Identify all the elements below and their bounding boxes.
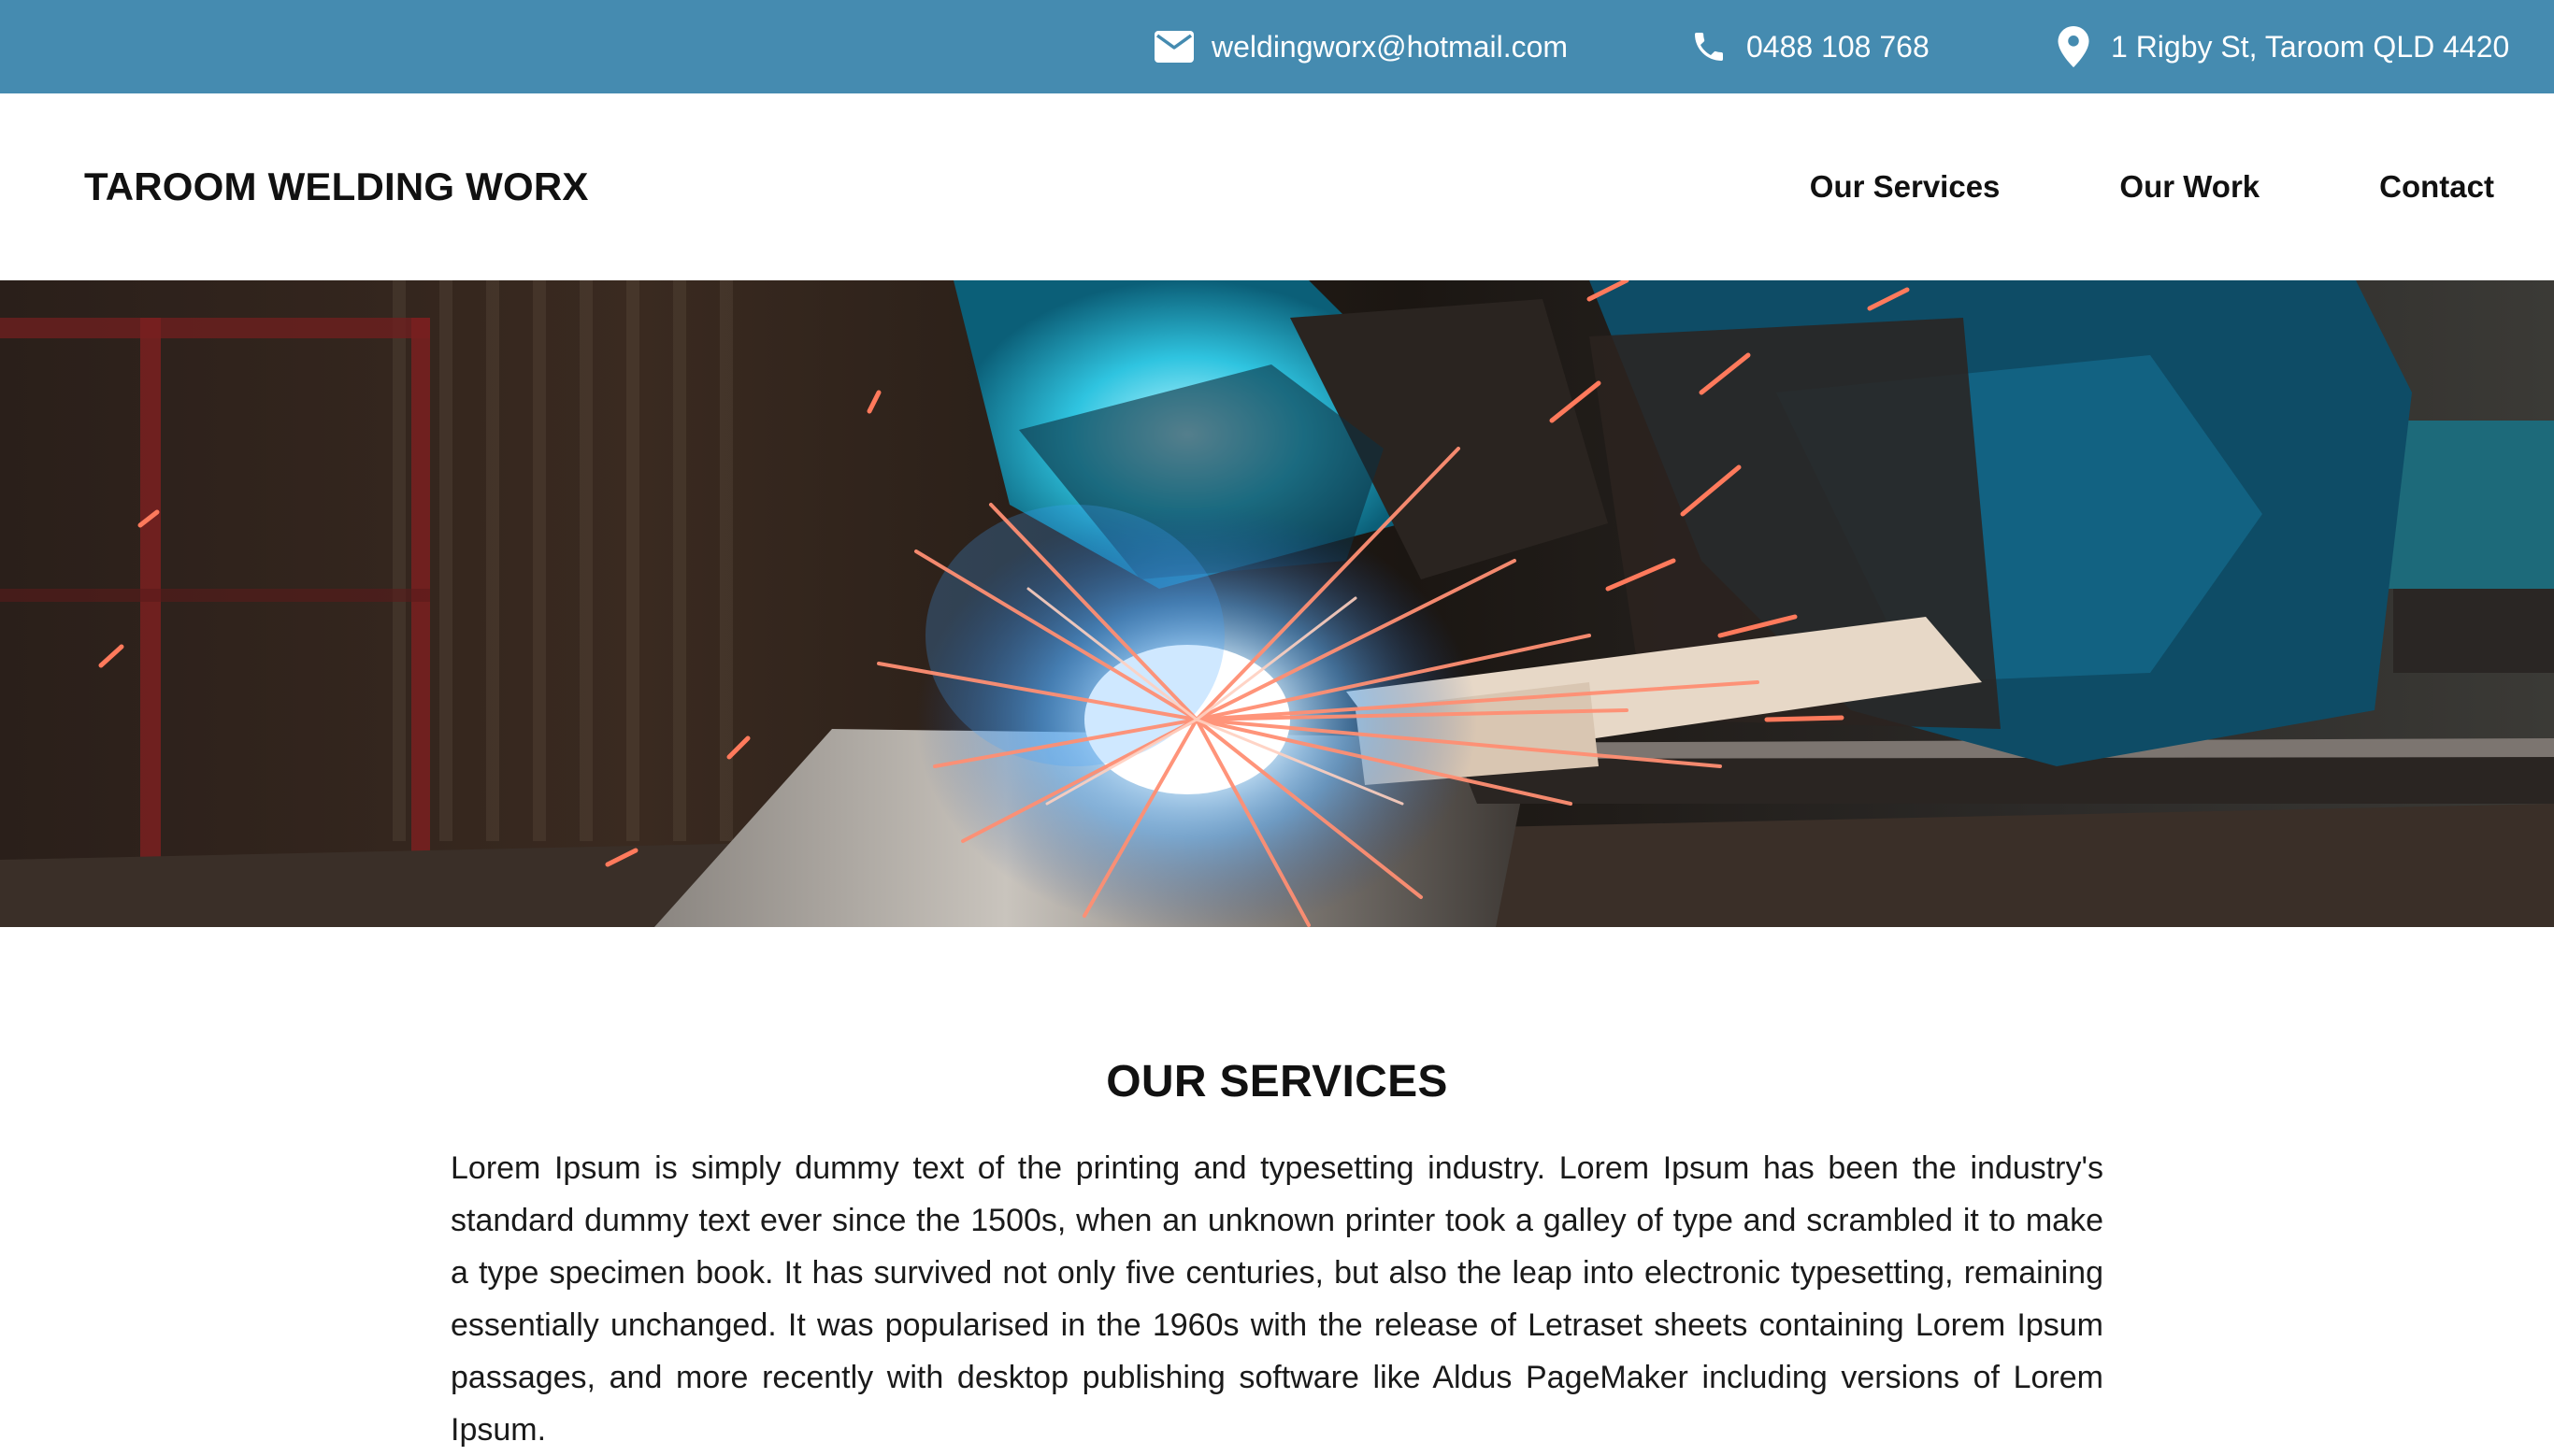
nav-our-work[interactable]: Our Work bbox=[2119, 169, 2260, 205]
services-body: Lorem Ipsum is simply dummy text of the … bbox=[451, 1150, 2103, 1448]
main-nav: Our Services Our Work Contact bbox=[1810, 93, 2494, 280]
site-logo-text[interactable]: TAROOM WELDING WORX bbox=[84, 93, 589, 280]
contact-bar: weldingworx@hotmail.com 0488 108 768 1 R… bbox=[0, 0, 2554, 93]
contact-address-text: 1 Rigby St, Taroom QLD 4420 bbox=[2111, 29, 2510, 64]
nav-our-services[interactable]: Our Services bbox=[1810, 169, 2001, 205]
contact-email[interactable]: weldingworx@hotmail.com bbox=[1154, 0, 1568, 93]
contact-phone-text: 0488 108 768 bbox=[1746, 29, 1930, 64]
services-title: OUR SERVICES bbox=[1106, 1056, 1448, 1106]
welder-sparks-photo bbox=[0, 280, 2554, 927]
location-pin-icon bbox=[2053, 26, 2094, 67]
phone-icon bbox=[1688, 26, 1729, 67]
contact-address[interactable]: 1 Rigby St, Taroom QLD 4420 bbox=[2053, 0, 2509, 93]
contact-phone[interactable]: 0488 108 768 bbox=[1688, 0, 1930, 93]
hero-image bbox=[0, 280, 2554, 927]
nav-contact[interactable]: Contact bbox=[2379, 169, 2494, 205]
site-header: TAROOM WELDING WORX Our Services Our Wor… bbox=[0, 93, 2554, 280]
mail-icon bbox=[1154, 26, 1195, 67]
contact-email-text: weldingworx@hotmail.com bbox=[1212, 29, 1569, 64]
